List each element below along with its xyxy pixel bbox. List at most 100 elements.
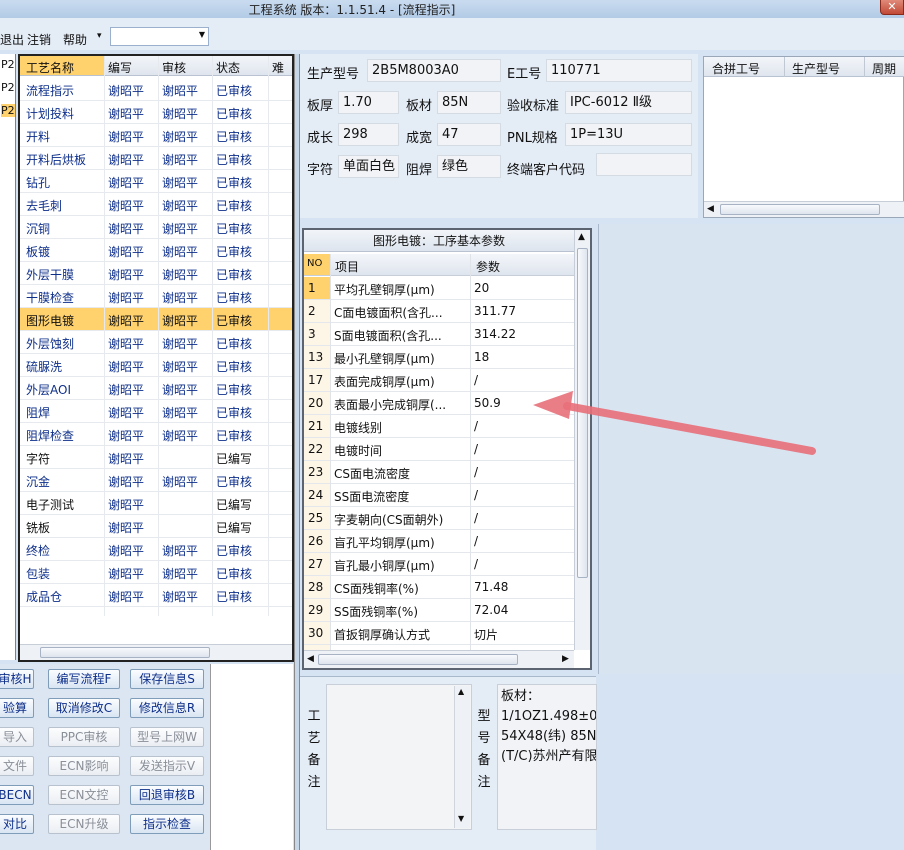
material-field[interactable]: 85N [437,91,501,114]
param-value[interactable]: 切片 [474,626,498,643]
col-reviewer[interactable]: 审核 [162,59,186,76]
action-button[interactable]: BECN [0,785,34,805]
col-writer[interactable]: 编写 [108,59,132,76]
row-writer[interactable]: 谢昭平 [108,128,144,145]
model-field[interactable]: 2B5M8003A0 [367,59,501,82]
strip-item[interactable]: P2 [1,104,15,117]
row-process-name[interactable]: 铣板 [26,519,50,536]
menu-exit[interactable]: 退出 [0,31,24,48]
row-writer[interactable]: 谢昭平 [108,588,144,605]
action-button[interactable]: 取消修改C [48,698,120,718]
row-writer[interactable]: 谢昭平 [108,427,144,444]
row-process-name[interactable]: 去毛刺 [26,197,62,214]
param-value[interactable]: 311.77 [474,304,516,318]
length-field[interactable]: 298 [338,123,399,146]
param-value[interactable]: 20 [474,281,489,295]
row-reviewer[interactable]: 谢昭平 [162,473,198,490]
row-reviewer[interactable]: 谢昭平 [162,266,198,283]
row-process-name[interactable]: 终检 [26,542,50,559]
close-button[interactable]: ✕ [880,0,904,15]
row-status[interactable]: 已审核 [216,243,252,260]
row-process-name[interactable]: 钻孔 [26,174,50,191]
row-process-name[interactable]: 计划投料 [26,105,74,122]
scroll-left-icon[interactable]: ◀ [707,204,714,214]
chevron-down-icon[interactable]: ▾ [97,31,102,41]
row-status[interactable]: 已审核 [216,542,252,559]
col-status[interactable]: 状态 [216,59,240,76]
row-process-name[interactable]: 外层AOI [26,381,71,398]
param-value[interactable]: / [474,557,478,571]
param-horizontal-scrollbar[interactable]: ◀ ▶ [304,650,574,668]
row-writer[interactable]: 谢昭平 [108,473,144,490]
row-writer[interactable]: 谢昭平 [108,381,144,398]
action-button[interactable]: 保存信息S [130,669,204,689]
row-writer[interactable]: 谢昭平 [108,243,144,260]
row-reviewer[interactable]: 谢昭平 [162,220,198,237]
row-writer[interactable]: 谢昭平 [108,197,144,214]
row-writer[interactable]: 谢昭平 [108,289,144,306]
row-reviewer[interactable]: 谢昭平 [162,151,198,168]
row-reviewer[interactable]: 谢昭平 [162,335,198,352]
row-process-name[interactable]: 成品仓 [26,588,62,605]
scrollbar-thumb[interactable] [318,654,518,665]
row-status[interactable]: 已审核 [216,312,252,329]
action-button[interactable]: PPC审核 [48,727,120,747]
action-button[interactable]: 文件 [0,756,34,776]
row-writer[interactable]: 谢昭平 [108,358,144,375]
col-value[interactable]: 参数 [476,258,500,275]
row-writer[interactable]: 谢昭平 [108,151,144,168]
col-merge-no[interactable]: 合拼工号 [712,60,760,77]
row-reviewer[interactable]: 谢昭平 [162,105,198,122]
action-button[interactable]: 编写流程F [48,669,120,689]
row-status[interactable]: 已审核 [216,588,252,605]
row-writer[interactable]: 谢昭平 [108,105,144,122]
col-difficulty[interactable]: 难 [272,59,284,76]
row-status[interactable]: 已审核 [216,381,252,398]
row-status[interactable]: 已编写 [216,496,252,513]
material-remark-box[interactable]: 板材： 1/1OZ1.498±0 54X48(纬) 85N (T/C)苏州产有限 [497,684,597,830]
col-merge-model[interactable]: 生产型号 [792,60,840,77]
customer-field[interactable] [596,153,692,176]
param-value[interactable]: / [474,488,478,502]
param-value[interactable]: 50.9 [474,396,501,410]
row-writer[interactable]: 谢昭平 [108,266,144,283]
width-field[interactable]: 47 [437,123,501,146]
row-process-name[interactable]: 干膜检查 [26,289,74,306]
row-reviewer[interactable]: 谢昭平 [162,404,198,421]
row-status[interactable]: 已审核 [216,128,252,145]
row-reviewer[interactable]: 谢昭平 [162,588,198,605]
action-button[interactable]: 对比 [0,814,34,834]
row-status[interactable]: 已审核 [216,220,252,237]
row-reviewer[interactable]: 谢昭平 [162,243,198,260]
action-button[interactable]: 验算 [0,698,34,718]
toolbar-combo[interactable]: ▼ [110,27,209,46]
char-field[interactable]: 单面白色 [338,155,399,178]
col-item[interactable]: 项目 [335,258,359,275]
row-reviewer[interactable]: 谢昭平 [162,312,198,329]
row-status[interactable]: 已编写 [216,450,252,467]
chevron-down-icon[interactable]: ▼ [199,30,205,39]
row-status[interactable]: 已审核 [216,289,252,306]
row-process-name[interactable]: 沉金 [26,473,50,490]
row-status[interactable]: 已审核 [216,266,252,283]
param-value[interactable]: / [474,442,478,456]
row-process-name[interactable]: 开料 [26,128,50,145]
row-status[interactable]: 已审核 [216,358,252,375]
grid-horizontal-scrollbar[interactable] [20,644,292,660]
pnl-field[interactable]: 1P=13U [565,123,692,146]
scroll-down-icon[interactable]: ▼ [458,814,464,823]
row-reviewer[interactable]: 谢昭平 [162,381,198,398]
param-value[interactable]: 314.22 [474,327,516,341]
row-process-name[interactable]: 板镀 [26,243,50,260]
row-process-name[interactable]: 开料后烘板 [26,151,86,168]
menu-logout[interactable]: 注销 [27,31,51,48]
row-writer[interactable]: 谢昭平 [108,565,144,582]
row-writer[interactable]: 谢昭平 [108,404,144,421]
col-merge-cycle[interactable]: 周期 [872,60,896,77]
process-remark-textarea[interactable] [326,684,472,830]
scrollbar-thumb[interactable] [40,647,210,658]
param-value[interactable]: / [474,465,478,479]
standard-field[interactable]: IPC-6012 Ⅱ级 [565,91,692,114]
scroll-right-icon[interactable]: ▶ [562,654,569,664]
row-reviewer[interactable]: 谢昭平 [162,174,198,191]
